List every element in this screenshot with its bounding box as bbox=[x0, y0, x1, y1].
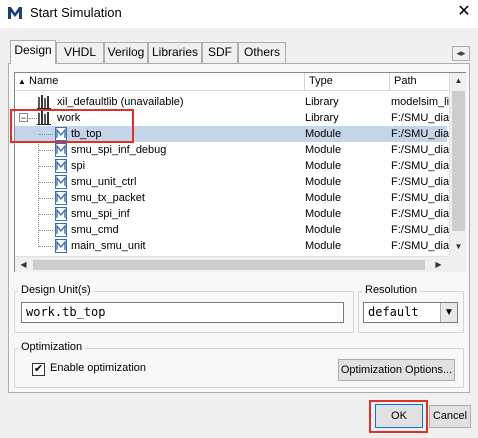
row-type: Module bbox=[305, 192, 342, 204]
tab-libraries[interactable]: Libraries bbox=[148, 42, 202, 63]
enable-optimization-checkbox[interactable]: ✔ bbox=[32, 363, 45, 376]
module-icon bbox=[55, 207, 67, 221]
tab-others[interactable]: Others bbox=[238, 42, 286, 63]
row-type: Module bbox=[305, 144, 342, 156]
row-type: Module bbox=[305, 224, 342, 236]
ok-button[interactable]: OK bbox=[375, 404, 423, 428]
row-name: work bbox=[57, 112, 81, 124]
row-name: xil_defaultlib (unavailable) bbox=[57, 96, 184, 108]
optimization-options-button[interactable]: Optimization Options... bbox=[338, 359, 455, 381]
tree-connector bbox=[39, 182, 53, 183]
module-icon bbox=[55, 159, 67, 173]
title-bar: Start Simulation ✕ bbox=[0, 0, 478, 28]
column-header-name[interactable]: ▲ Name bbox=[15, 73, 305, 91]
collapse-toggle[interactable]: − bbox=[19, 113, 28, 123]
enable-optimization-label: Enable optimization bbox=[50, 362, 147, 374]
row-path: modelsim_lil bbox=[391, 96, 451, 108]
tab-verilog[interactable]: Verilog bbox=[104, 42, 148, 63]
cancel-button[interactable]: Cancel bbox=[429, 405, 471, 428]
tree-connector bbox=[39, 214, 53, 215]
vertical-scrollbar[interactable]: ▲ ▼ bbox=[449, 73, 466, 256]
tab-design[interactable]: Design bbox=[10, 40, 56, 64]
row-type: Module bbox=[305, 128, 342, 140]
optimization-legend: Optimization bbox=[18, 341, 86, 353]
library-icon bbox=[37, 95, 51, 109]
row-path: F:/SMU_dia bbox=[391, 144, 450, 156]
row-name: main_smu_unit bbox=[71, 240, 146, 252]
tab-vhdl[interactable]: VHDL bbox=[56, 42, 104, 63]
tree-row-work[interactable]: − work Library F:/SMU_dia bbox=[15, 110, 449, 126]
row-path: F:/SMU_dia bbox=[391, 240, 450, 252]
tree-connector bbox=[39, 150, 53, 151]
resolution-legend: Resolution bbox=[362, 284, 420, 296]
tree-connector bbox=[29, 118, 37, 119]
column-header-type[interactable]: Type bbox=[305, 73, 390, 91]
horizontal-scrollbar[interactable]: ◀ ▶ bbox=[15, 256, 449, 272]
design-unit-legend: Design Unit(s) bbox=[18, 284, 94, 296]
design-tree[interactable]: ▲ Name Type Path xil_defaultlib (unavail… bbox=[14, 72, 466, 272]
tab-sdf[interactable]: SDF bbox=[202, 42, 238, 63]
row-path: F:/SMU_dia bbox=[391, 208, 450, 220]
row-name: smu_spi_inf bbox=[71, 208, 130, 220]
scrollbar-corner bbox=[449, 256, 466, 272]
row-name: smu_spi_inf_debug bbox=[71, 144, 167, 156]
row-name: tb_top bbox=[71, 128, 102, 140]
row-type: Module bbox=[305, 160, 342, 172]
row-name: smu_tx_packet bbox=[71, 192, 145, 204]
row-path: F:/SMU_dia bbox=[391, 192, 450, 204]
tree-connector bbox=[39, 246, 53, 247]
module-icon bbox=[55, 175, 67, 189]
row-type: Module bbox=[305, 208, 342, 220]
vertical-scroll-thumb[interactable] bbox=[452, 91, 465, 231]
tree-row-xil-defaultlib[interactable]: xil_defaultlib (unavailable) Library mod… bbox=[15, 94, 451, 110]
modelsim-logo-icon bbox=[7, 6, 23, 20]
window-title: Start Simulation bbox=[30, 5, 122, 20]
row-name: smu_unit_ctrl bbox=[71, 176, 137, 188]
row-path: F:/SMU_dia bbox=[391, 112, 450, 124]
module-icon bbox=[55, 223, 67, 237]
row-name: spi bbox=[71, 160, 86, 172]
tree-row-smu-tx-packet[interactable]: smu_tx_packet Module F:/SMU_dia bbox=[15, 190, 449, 206]
tree-row-smu-unit-ctrl[interactable]: smu_unit_ctrl Module F:/SMU_dia bbox=[15, 174, 449, 190]
row-type: Library bbox=[305, 112, 339, 124]
row-path: F:/SMU_dia bbox=[391, 176, 450, 188]
tree-row-tb-top[interactable]: tb_top Module F:/SMU_dia bbox=[15, 126, 449, 142]
scroll-left-icon[interactable]: ◀ bbox=[16, 258, 31, 272]
module-icon bbox=[55, 239, 67, 253]
module-icon bbox=[55, 127, 67, 141]
tab-scroll-button[interactable]: ◂▸ bbox=[452, 46, 470, 61]
module-icon bbox=[55, 143, 67, 157]
tree-row-smu-cmd[interactable]: smu_cmd Module F:/SMU_dia bbox=[15, 222, 449, 238]
module-icon bbox=[55, 191, 67, 205]
tree-row-smu-spi-inf-debug[interactable]: smu_spi_inf_debug Module F:/SMU_dia bbox=[15, 142, 449, 158]
library-icon bbox=[37, 111, 51, 125]
tree-connector bbox=[39, 134, 53, 135]
tree-row-spi[interactable]: spi Module F:/SMU_dia bbox=[15, 158, 449, 174]
chevron-down-icon[interactable]: ▼ bbox=[440, 303, 457, 322]
row-name: smu_cmd bbox=[71, 224, 119, 236]
row-path: F:/SMU_dia bbox=[391, 224, 450, 236]
scroll-right-icon[interactable]: ▶ bbox=[431, 258, 446, 272]
sort-asc-icon: ▲ bbox=[18, 77, 26, 86]
tree-connector bbox=[39, 230, 53, 231]
close-button[interactable]: ✕ bbox=[450, 0, 478, 26]
row-path: F:/SMU_dia bbox=[391, 128, 450, 140]
tree-connector bbox=[39, 198, 53, 199]
scroll-down-icon[interactable]: ▼ bbox=[451, 240, 466, 254]
row-type: Module bbox=[305, 240, 342, 252]
row-path: F:/SMU_dia bbox=[391, 160, 450, 172]
tree-connector bbox=[39, 166, 53, 167]
design-unit-input[interactable]: work.tb_top bbox=[21, 302, 344, 323]
tree-row-smu-spi-inf[interactable]: smu_spi_inf Module F:/SMU_dia bbox=[15, 206, 449, 222]
scroll-up-icon[interactable]: ▲ bbox=[451, 74, 466, 88]
tree-row-main-smu-unit[interactable]: main_smu_unit Module F:/SMU_dia bbox=[15, 238, 449, 254]
horizontal-scroll-thumb[interactable] bbox=[33, 260, 425, 270]
row-type: Library bbox=[305, 96, 339, 108]
row-type: Module bbox=[305, 176, 342, 188]
